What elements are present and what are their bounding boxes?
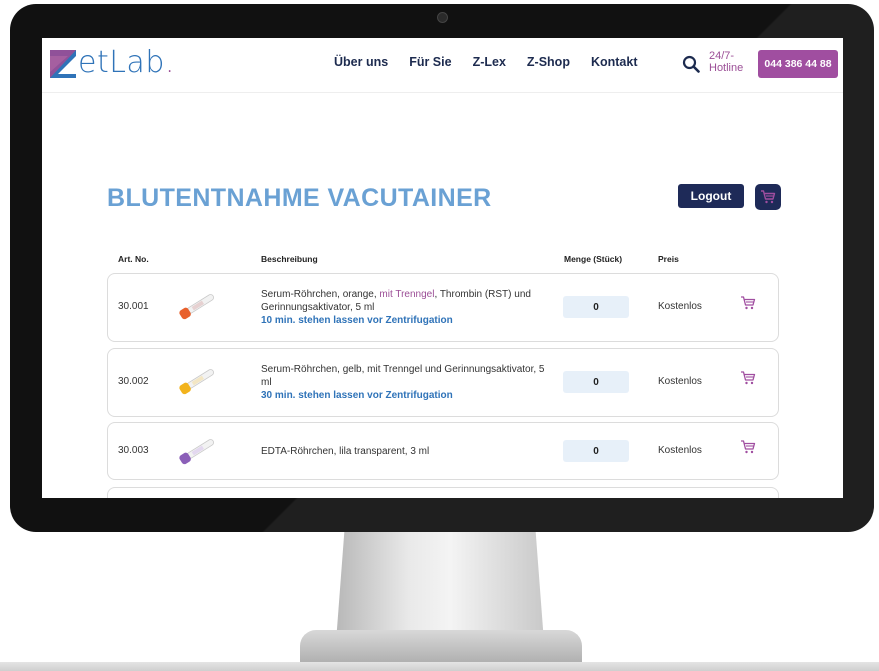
quantity-input[interactable]: 0 [563,296,629,318]
price: Kostenlos [658,301,702,312]
logo-text: etLab. [78,45,175,80]
monitor-frame: etLab. Über uns Für Sie Z-Lex Z-Shop Kon… [10,4,874,532]
column-header-art-no: Art. No. [118,254,149,264]
tube-image [179,294,214,320]
art-no: 30.001 [118,301,149,312]
main-nav: Über uns Für Sie Z-Lex Z-Shop Kontakt [334,55,637,69]
column-header-preis: Preis [658,254,679,264]
quantity-input[interactable]: 0 [563,371,629,393]
art-no: 30.002 [118,376,149,387]
cart-icon [761,190,776,204]
search-icon[interactable] [682,55,700,73]
price: Kostenlos [658,376,702,387]
webcam [437,12,448,23]
hotline-label: 24/7-Hotline [709,50,744,74]
description-note: 10 min. stehen lassen vor Zentrifugation [261,315,453,326]
nav-item-kontakt[interactable]: Kontakt [591,55,638,69]
logo-z-mark [50,50,76,78]
description-text: Serum-Röhrchen, gelb, mit Trenngel und G… [261,364,545,388]
table-row: 30.002 Serum-Röhrchen, gelb, mit Trennge… [107,348,779,417]
phone-button[interactable]: 044 386 44 88 [758,50,838,78]
nav-item-z-shop[interactable]: Z-Shop [527,55,570,69]
nav-item-z-lex[interactable]: Z-Lex [473,55,506,69]
add-to-cart-icon[interactable] [740,295,756,311]
column-header-menge: Menge (Stück) [564,254,623,264]
quantity-input[interactable]: 0 [563,440,629,462]
monitor-stand [336,532,544,642]
desk-surface [0,662,879,671]
add-to-cart-icon[interactable] [740,439,756,455]
art-no: 30.003 [118,445,149,456]
description-text: EDTA-Röhrchen, lila transparent, 3 ml [261,446,430,457]
description-accent: mit Trenngel [379,289,435,300]
nav-item-ueber-uns[interactable]: Über uns [334,55,388,69]
add-to-cart-icon[interactable] [740,370,756,386]
logo[interactable]: etLab. [48,42,175,82]
table-row-partial [107,487,779,498]
description-text: Serum-Röhrchen, orange, [261,289,380,300]
nav-item-fuer-sie[interactable]: Für Sie [409,55,451,69]
table-row: 30.003 EDTA-Röhrchen, lila transparent, … [107,422,779,480]
description: Serum-Röhrchen, gelb, mit Trenngel und G… [261,363,551,402]
site-header: etLab. Über uns Für Sie Z-Lex Z-Shop Kon… [42,38,843,93]
logout-button[interactable]: Logout [678,184,744,208]
page-title: BLUTENTNAHME VACUTAINER [107,184,492,212]
description-note: 30 min. stehen lassen vor Zentrifugation [261,390,453,401]
column-header-beschreibung: Beschreibung [261,254,318,264]
screen: etLab. Über uns Für Sie Z-Lex Z-Shop Kon… [42,38,843,498]
description: Serum-Röhrchen, orange, mit Trenngel, Th… [261,288,551,327]
cart-button[interactable] [755,184,781,210]
table-row: 30.001 Serum-Röhrchen, orange, mit Trenn… [107,273,779,342]
tube-image [179,369,214,395]
tube-image [179,439,214,465]
price: Kostenlos [658,445,702,456]
description: EDTA-Röhrchen, lila transparent, 3 ml [261,445,551,458]
